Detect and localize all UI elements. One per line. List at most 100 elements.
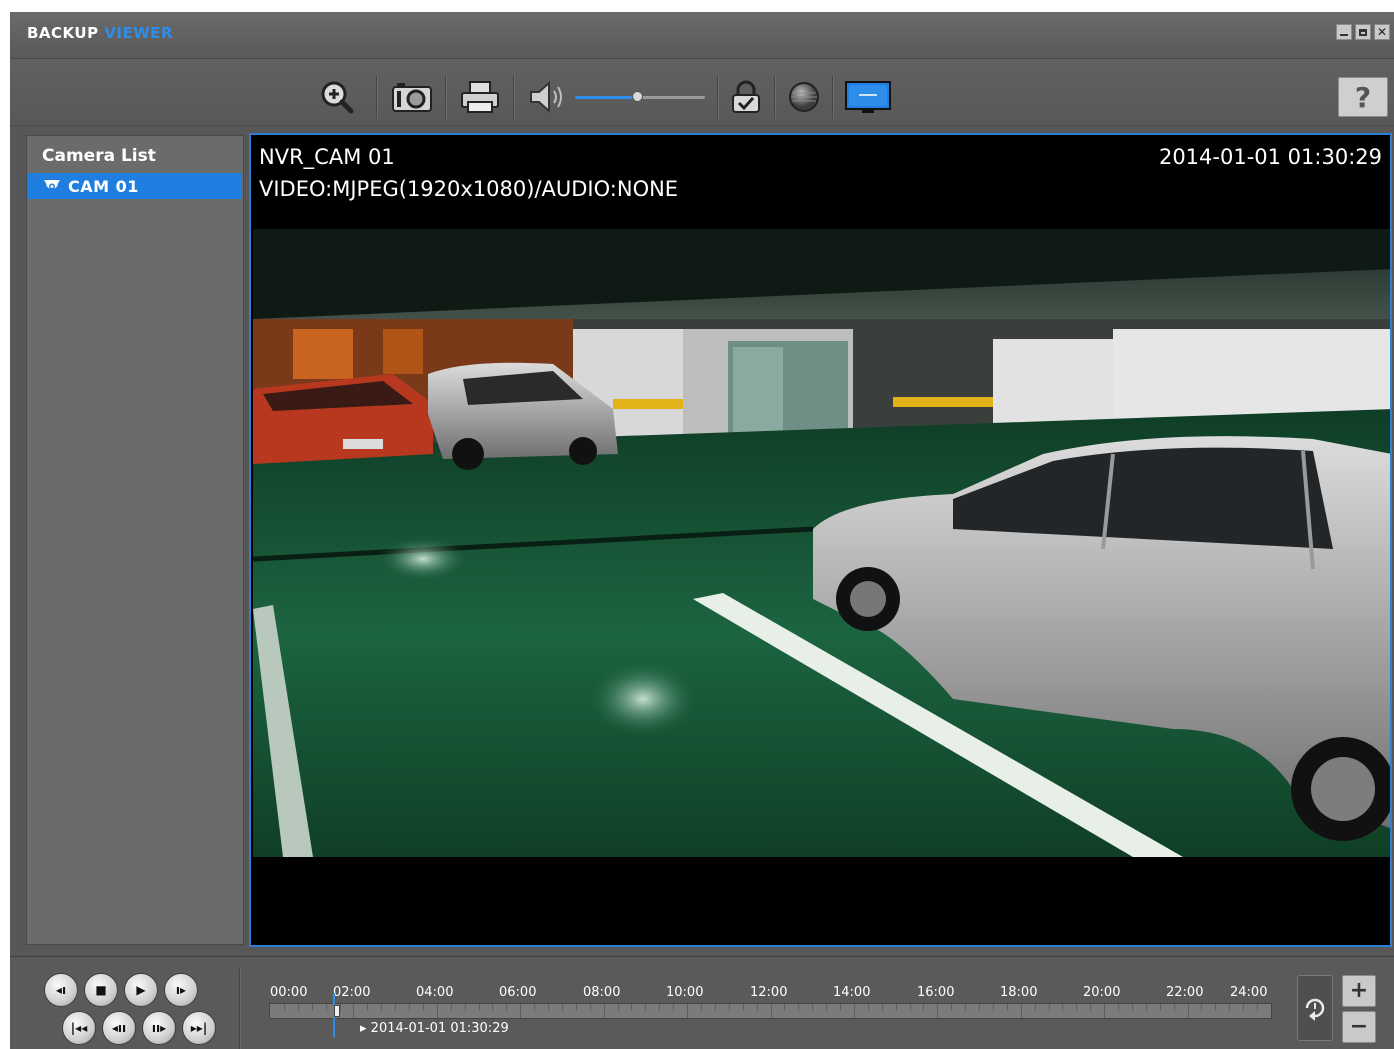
- play-marker-icon: ▸: [360, 1021, 371, 1036]
- timeline-hour-label: 00:00: [270, 985, 308, 1000]
- timeline-tick: [1201, 1004, 1202, 1011]
- timeline-tick: [381, 1004, 382, 1011]
- timeline-tick: [367, 1004, 368, 1011]
- camera-icon: [43, 177, 61, 195]
- fast-forward-button[interactable]: ıı▸: [142, 1011, 176, 1045]
- skip-end-icon: ▸▸|: [190, 1021, 208, 1035]
- timeline-tick: [1007, 1004, 1008, 1011]
- timeline-tick: [1229, 1004, 1230, 1011]
- volume-slider-fill: [575, 96, 638, 99]
- timeline-tick: [1215, 1004, 1216, 1011]
- timeline-tick: [645, 1004, 646, 1011]
- step-back-button[interactable]: ◂ı: [44, 973, 78, 1007]
- step-forward-button[interactable]: ı▸: [164, 973, 198, 1007]
- timeline-tick: [534, 1004, 535, 1011]
- timeline-tick: [1257, 1004, 1258, 1011]
- camera-list-item-cam-01[interactable]: CAM 01: [28, 173, 241, 199]
- skip-to-start-button[interactable]: |◂◂: [62, 1011, 96, 1045]
- toolbar: ?: [10, 59, 1394, 126]
- camera-video-frame: [253, 229, 1390, 857]
- sync-button[interactable]: [1297, 975, 1333, 1041]
- timeline-tick: [1174, 1004, 1175, 1011]
- zoom-in-button[interactable]: [317, 79, 357, 115]
- timeline-tick: [604, 1004, 605, 1018]
- play-button[interactable]: ▶: [124, 973, 158, 1007]
- help-button[interactable]: ?: [1338, 77, 1388, 117]
- timeline-tick: [798, 1004, 799, 1011]
- timeline-tick: [882, 1004, 883, 1011]
- timeline-hour-label: 16:00: [917, 985, 955, 1000]
- timeline-tick: [673, 1004, 674, 1011]
- backup-viewer-window: BACKUP VIEWER ✕ ? Camera List CAM 01 NVR…: [10, 12, 1394, 1049]
- timeline-current-time: ▸ 2014-01-01 01:30:29: [360, 1021, 509, 1036]
- camera-list-item-label: CAM 01: [68, 176, 139, 196]
- timeline-tick: [743, 1004, 744, 1011]
- display-mode-button[interactable]: [844, 79, 892, 115]
- timeline-cursor-handle[interactable]: [334, 1005, 340, 1017]
- sync-icon: [1305, 998, 1325, 1021]
- timeline-hour-label: 12:00: [750, 985, 788, 1000]
- volume-slider-thumb[interactable]: [632, 91, 644, 102]
- timeline-tick: [729, 1004, 730, 1011]
- timeline-tick: [451, 1004, 452, 1011]
- playback-bar: ◂ı ■ ▶ ı▸ |◂◂ ◂ıı ıı▸ ▸▸| 00:00 02:00 04…: [10, 956, 1394, 1049]
- timeline-tick: [812, 1004, 813, 1011]
- timeline-zoom-in-icon: +: [1349, 978, 1369, 1003]
- camera-list-panel: Camera List CAM 01: [26, 135, 244, 945]
- fast-forward-icon: ıı▸: [151, 1021, 167, 1035]
- display-icon: [845, 81, 891, 113]
- timeline-zoom-out-icon: −: [1349, 1014, 1369, 1039]
- volume-button[interactable]: [526, 79, 566, 115]
- timeline-tick: [465, 1004, 466, 1011]
- timeline-tick: [687, 1004, 688, 1018]
- timeline-tick: [562, 1004, 563, 1011]
- timeline-tick: [993, 1004, 994, 1011]
- timeline-current-time-label: 2014-01-01 01:30:29: [370, 1021, 509, 1036]
- timeline-tick: [1132, 1004, 1133, 1011]
- timeline-hour-label: 10:00: [666, 985, 704, 1000]
- volume-slider[interactable]: [575, 91, 705, 102]
- timeline-tick: [1035, 1004, 1036, 1011]
- close-icon: ✕: [1376, 25, 1388, 39]
- timeline-zoom-in-button[interactable]: +: [1342, 975, 1376, 1007]
- video-viewport[interactable]: NVR_CAM 01 2014-01-01 01:30:29 VIDEO:MJP…: [249, 133, 1392, 947]
- timeline-tick: [326, 1004, 327, 1011]
- timeline-hour-label: 06:00: [499, 985, 537, 1000]
- timeline-tick: [1160, 1004, 1161, 1011]
- stream-info-overlay: VIDEO:MJPEG(1920x1080)/AUDIO:NONE: [259, 177, 679, 201]
- timeline-tick: [340, 1004, 341, 1011]
- datetime-overlay: 2014-01-01 01:30:29: [1158, 145, 1382, 169]
- print-button[interactable]: [458, 79, 502, 115]
- stop-button[interactable]: ■: [84, 973, 118, 1007]
- timeline-tick: [492, 1004, 493, 1011]
- zoom-in-icon: [321, 81, 354, 114]
- title-bar[interactable]: BACKUP VIEWER ✕: [10, 12, 1394, 59]
- timeline-tick: [506, 1004, 507, 1011]
- timeline-tick: [715, 1004, 716, 1011]
- timeline-tick: [757, 1004, 758, 1011]
- timeline-tick: [1021, 1004, 1022, 1018]
- snapshot-icon: [392, 83, 432, 112]
- verify-button[interactable]: [728, 79, 764, 115]
- close-button[interactable]: ✕: [1374, 24, 1390, 40]
- timeline-tick: [631, 1004, 632, 1011]
- timeline-tick: [298, 1004, 299, 1011]
- record-icon: [789, 82, 819, 112]
- timeline-tick: [1076, 1004, 1077, 1011]
- timeline-track[interactable]: [269, 1003, 1272, 1019]
- skip-to-end-button[interactable]: ▸▸|: [182, 1011, 216, 1045]
- minimize-button[interactable]: [1336, 24, 1352, 40]
- timeline-tick: [520, 1004, 521, 1018]
- maximize-button[interactable]: [1355, 24, 1371, 40]
- timeline-tick: [979, 1004, 980, 1011]
- timeline-tick: [1243, 1004, 1244, 1011]
- snapshot-button[interactable]: [390, 79, 434, 115]
- skip-start-icon: |◂◂: [70, 1021, 88, 1035]
- timeline-tick: [479, 1004, 480, 1011]
- rewind-button[interactable]: ◂ıı: [102, 1011, 136, 1045]
- timeline-zoom-out-button[interactable]: −: [1342, 1011, 1376, 1043]
- timeline-hour-label: 08:00: [583, 985, 621, 1000]
- record-button[interactable]: [786, 79, 822, 115]
- timeline-tick: [1118, 1004, 1119, 1011]
- window-controls: ✕: [1336, 24, 1390, 40]
